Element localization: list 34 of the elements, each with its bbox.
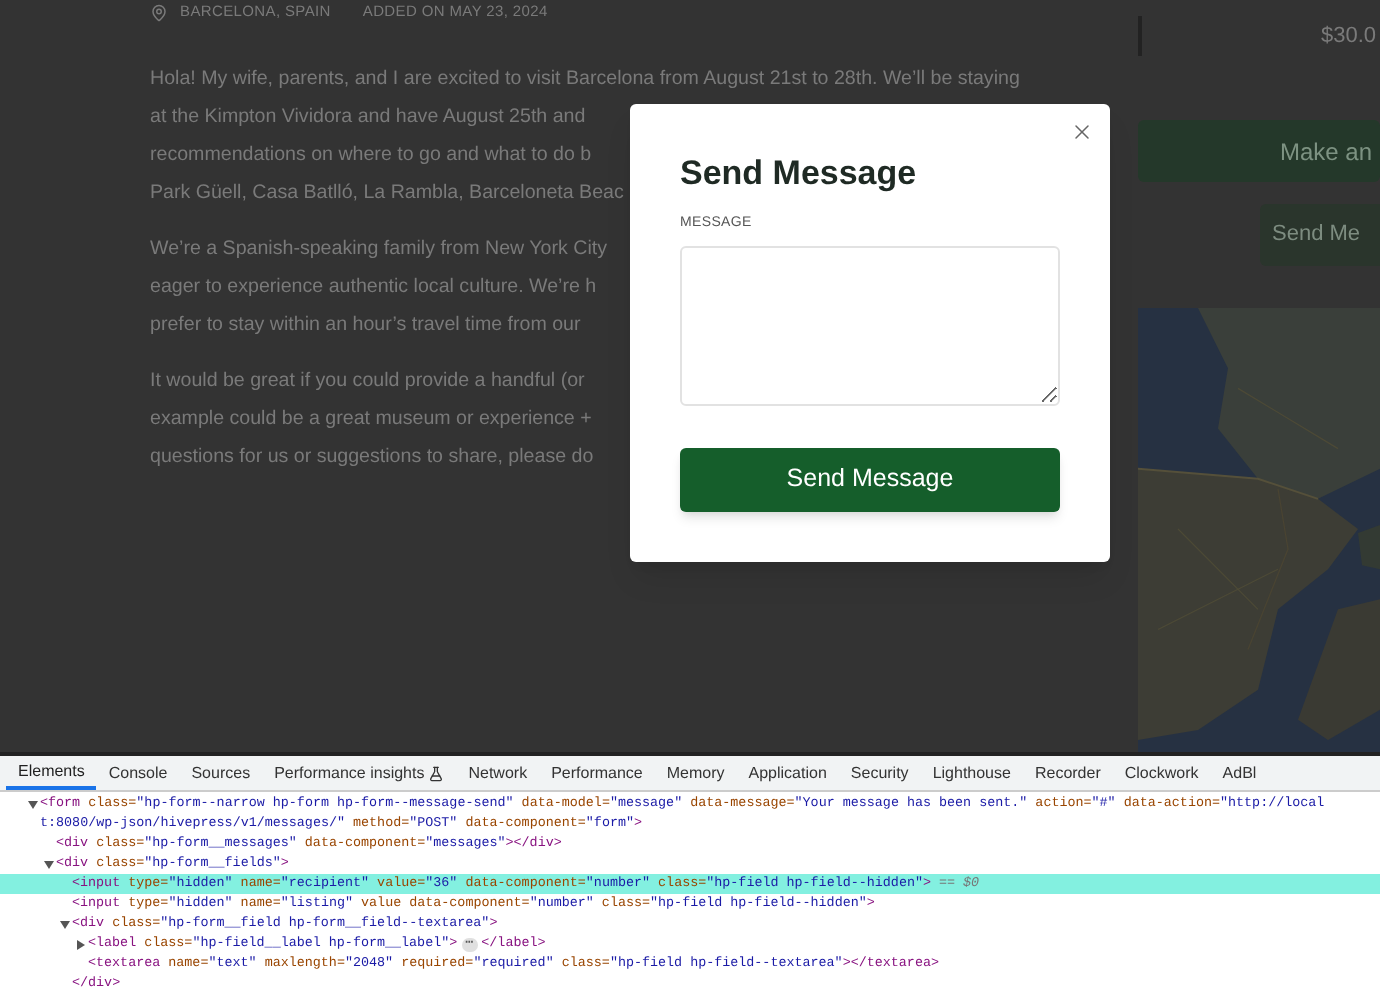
send-message-button[interactable]: Send Me	[1260, 204, 1380, 266]
devtools-tab[interactable]: Memory	[654, 756, 737, 790]
expanded-triangle-icon[interactable]	[60, 919, 70, 929]
description-text: recommendations on where to go and what to do b	[150, 142, 592, 170]
devtools-tab[interactable]: Performance	[539, 756, 655, 790]
description-text: at the Kimpton Vividora and have August 25th and	[150, 104, 586, 132]
devtools-tab[interactable]: Application	[736, 756, 839, 790]
dialog-title: Send Message	[680, 152, 919, 196]
description-text: prefer to stay within an hour’s travel time from our	[150, 312, 581, 340]
devtools-tab[interactable]: Lighthouse	[920, 756, 1023, 790]
description-text: Hola! My wife, parents, and I are excited to visit Barcelona from August 21st to 28th. We’ll be staying	[150, 66, 1020, 94]
expanded-triangle-icon[interactable]	[28, 799, 38, 809]
close-icon[interactable]	[1070, 120, 1094, 144]
description-text: It would be great if you could provide a handful (or	[150, 368, 585, 396]
description-text: example could be a great museum or experience +	[150, 406, 592, 434]
expanded-triangle-icon[interactable]	[44, 859, 54, 869]
devtools-tab[interactable]: Performance insights	[262, 756, 457, 790]
devtools-tab[interactable]: Network	[456, 756, 540, 790]
message-field[interactable]	[680, 245, 1060, 405]
collapsed-triangle-icon[interactable]	[76, 939, 86, 949]
description-text: questions for us or suggestions to share, please do	[150, 444, 594, 472]
devtools-tab[interactable]: Console	[96, 756, 180, 790]
devtools-tab[interactable]: Recorder	[1022, 756, 1113, 790]
location-pin-icon	[150, 3, 168, 21]
make-offer-button[interactable]: Make an	[1138, 120, 1380, 182]
description-text: Park Güell, Casa Batlló, La Rambla, Barceloneta Beac	[150, 180, 624, 208]
description-text: eager to experience authentic local culture. We’re h	[150, 274, 597, 302]
devtools-tab[interactable]: Security	[838, 756, 921, 790]
send-message-submit-button[interactable]: Send Message	[680, 447, 1060, 511]
description-text: We’re a Spanish-speaking family from New York City	[150, 236, 608, 264]
devtools-tab[interactable]: Clockwork	[1112, 756, 1211, 790]
price-text: $30.0	[1320, 21, 1376, 52]
devtools-tab[interactable]: AdBl	[1210, 756, 1269, 790]
devtools-tab[interactable]: Sources	[179, 756, 263, 790]
